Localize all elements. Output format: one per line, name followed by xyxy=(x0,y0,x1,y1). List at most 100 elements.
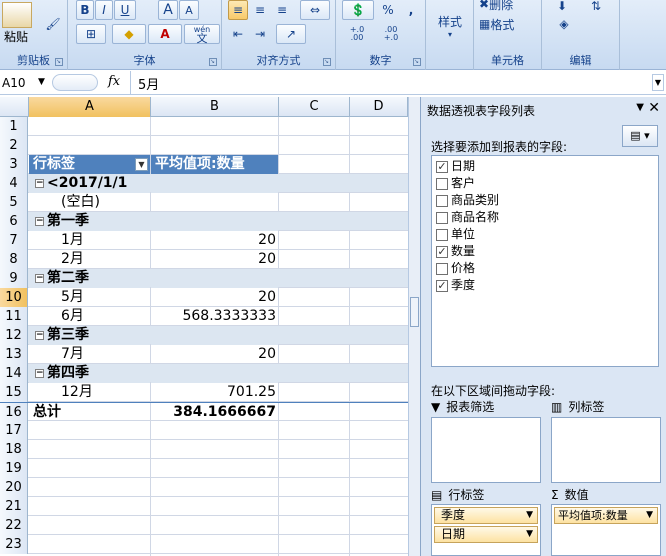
alignment-dialog-launcher[interactable]: ↘ xyxy=(323,58,331,66)
cell-b[interactable] xyxy=(151,212,278,231)
cell-a[interactable]: (空白) xyxy=(29,193,150,212)
field-item[interactable]: ✓ 日期 xyxy=(436,158,475,175)
collapse-icon[interactable]: − xyxy=(35,273,44,283)
field-item[interactable]: 商品名称 xyxy=(436,209,499,226)
table-row[interactable]: 13 7月 20 xyxy=(0,345,408,364)
row-header[interactable]: 7 xyxy=(0,231,28,250)
row-header[interactable]: 21 xyxy=(0,497,28,516)
cell-a[interactable]: − 第一季 xyxy=(29,212,150,231)
field-item[interactable]: 商品类别 xyxy=(436,192,499,209)
align-right-icon[interactable]: ≡ xyxy=(272,0,292,20)
table-row[interactable]: 2 xyxy=(0,136,408,155)
cell-b[interactable] xyxy=(151,117,278,136)
layout-options-icon[interactable]: ▤ ▾ xyxy=(622,125,658,147)
row-header[interactable]: 17 xyxy=(0,421,28,440)
cell-a[interactable] xyxy=(29,136,150,155)
cell-a[interactable]: 总计 xyxy=(29,403,150,422)
paste-button[interactable]: 粘贴 xyxy=(4,28,28,45)
cell-b[interactable] xyxy=(151,174,278,193)
table-row[interactable]: 7 1月 20 xyxy=(0,231,408,250)
cell-b[interactable]: 20 xyxy=(151,231,278,250)
field-item[interactable]: 单位 xyxy=(436,226,475,243)
font-dialog-launcher[interactable]: ↘ xyxy=(209,58,217,66)
values-drop-area[interactable]: 平均值项:数量 ▼ xyxy=(551,504,661,556)
cell-b[interactable]: 20 xyxy=(151,288,278,307)
row-header[interactable]: 15 xyxy=(0,383,28,402)
table-row[interactable]: 9− 第二季 xyxy=(0,269,408,288)
checkbox-icon[interactable] xyxy=(436,211,448,224)
row-header[interactable]: 12 xyxy=(0,326,28,345)
italic-button[interactable]: I xyxy=(95,0,113,20)
table-row[interactable]: 10 5月 20 xyxy=(0,288,408,307)
phonetic-button[interactable]: wén 文 xyxy=(184,24,220,44)
expand-formula-icon[interactable]: ▼ xyxy=(652,74,664,91)
row-header[interactable]: 23 xyxy=(0,535,28,554)
align-left-icon[interactable]: ≡ xyxy=(228,0,248,20)
checkbox-checked-icon[interactable]: ✓ xyxy=(436,245,448,258)
row-header[interactable]: 11 xyxy=(0,307,28,326)
checkbox-checked-icon[interactable]: ✓ xyxy=(436,279,448,292)
collapse-icon[interactable]: − xyxy=(35,330,44,340)
table-row[interactable]: 21 xyxy=(0,497,408,516)
format-button[interactable]: ▦ 格式 xyxy=(478,14,538,34)
decrease-decimal-button[interactable]: .00 +.0 xyxy=(376,24,406,44)
checkbox-icon[interactable] xyxy=(436,177,448,190)
row-header[interactable]: 20 xyxy=(0,478,28,497)
number-dialog-launcher[interactable]: ↘ xyxy=(413,58,421,66)
table-row[interactable]: 15 12月 701.25 xyxy=(0,383,408,402)
table-row[interactable]: 23 xyxy=(0,535,408,554)
row-field-chip[interactable]: 季度 ▼ xyxy=(434,507,538,524)
cell-b[interactable] xyxy=(151,136,278,155)
grand-total-row[interactable]: 16 总计 384.1666667 xyxy=(0,402,408,422)
styles-button[interactable]: 样式 ▾ xyxy=(430,6,470,46)
table-row[interactable]: 19 xyxy=(0,459,408,478)
row-header[interactable]: 10 xyxy=(0,288,28,307)
font-color-button[interactable]: A xyxy=(148,24,182,44)
cell-a[interactable]: − <2017/1/1 xyxy=(29,174,150,193)
orientation-icon[interactable]: ↗ xyxy=(276,24,306,44)
cell-a[interactable]: 2月 xyxy=(29,250,150,269)
collapse-icon[interactable]: − xyxy=(35,178,44,188)
pane-menu-icon[interactable]: ▼ xyxy=(636,102,644,113)
row-header[interactable]: 5 xyxy=(0,193,28,212)
table-row[interactable]: 11 6月 568.3333333 xyxy=(0,307,408,326)
value-header[interactable]: 平均值项:数量 xyxy=(151,155,278,174)
cell-b[interactable]: 384.1666667 xyxy=(151,403,278,422)
table-row[interactable]: 22 xyxy=(0,516,408,535)
column-header-a[interactable]: A xyxy=(29,97,151,117)
row-header[interactable]: 2 xyxy=(0,136,28,155)
checkbox-icon[interactable] xyxy=(436,262,448,275)
increase-decimal-button[interactable]: +.0 .00 xyxy=(342,24,372,44)
row-labels-drop-area[interactable]: 季度 ▼ 日期 ▼ xyxy=(431,504,541,556)
row-header[interactable]: 9 xyxy=(0,269,28,288)
row-header[interactable]: 3 xyxy=(0,155,28,174)
row-header[interactable]: 6 xyxy=(0,212,28,231)
row-labels-header[interactable]: 行标签 ▼ xyxy=(29,155,150,174)
checkbox-icon[interactable] xyxy=(436,194,448,207)
percent-button[interactable]: % xyxy=(376,0,400,20)
field-item[interactable]: ✓ 数量 xyxy=(436,243,475,260)
cell-b[interactable] xyxy=(151,364,278,383)
sort-filter-icon[interactable]: ⇅ xyxy=(582,0,610,16)
row-header[interactable]: 22 xyxy=(0,516,28,535)
align-center-icon[interactable]: ≡ xyxy=(250,0,270,20)
cell-a[interactable]: 6月 xyxy=(29,307,150,326)
fill-color-icon[interactable]: ◆ xyxy=(112,24,146,44)
cell-b[interactable] xyxy=(151,269,278,288)
format-painter-icon[interactable]: 🖌 xyxy=(44,14,62,34)
cell-b[interactable] xyxy=(151,326,278,345)
merge-center-icon[interactable]: ⇔ xyxy=(300,0,330,20)
checkbox-checked-icon[interactable]: ✓ xyxy=(436,160,448,173)
cell-b[interactable]: 568.3333333 xyxy=(151,307,278,326)
formula-expander[interactable] xyxy=(52,74,98,91)
worksheet-grid[interactable]: A B C D 1 2 3 行标签 ▼ 平均值项:数量 4− <2017/1/1 5 (空… xyxy=(0,97,408,556)
cell-a-selected[interactable]: 5月 xyxy=(29,288,150,307)
report-filter-drop-area[interactable] xyxy=(431,417,541,483)
insert-function-button[interactable]: fx xyxy=(108,74,120,89)
bold-button[interactable]: B xyxy=(76,0,94,20)
cell-a[interactable]: 12月 xyxy=(29,383,150,402)
table-row[interactable]: 6− 第一季 xyxy=(0,212,408,231)
cell-b[interactable]: 20 xyxy=(151,345,278,364)
cell-b[interactable]: 701.25 xyxy=(151,383,278,402)
table-row[interactable]: 12− 第三季 xyxy=(0,326,408,345)
